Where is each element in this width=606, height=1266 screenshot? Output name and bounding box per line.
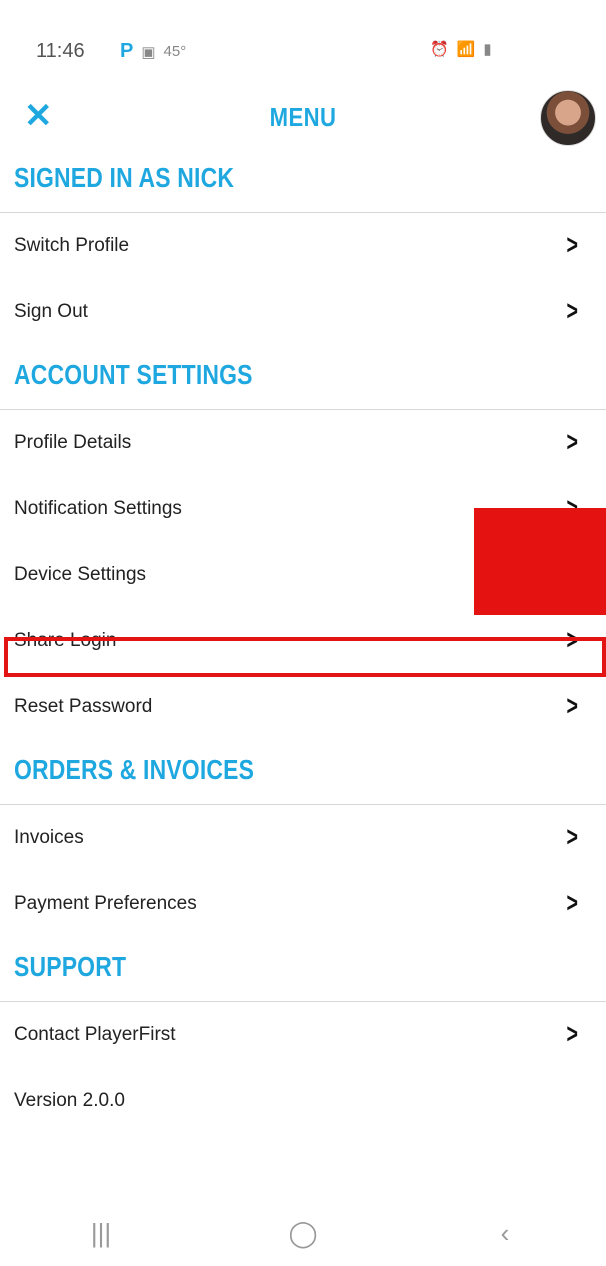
menu-item-label: Payment Preferences bbox=[14, 893, 197, 914]
home-icon[interactable]: ◯ bbox=[243, 1218, 363, 1249]
menu-item-label: Switch Profile bbox=[14, 235, 130, 256]
app-header: ✕ MENU bbox=[0, 90, 606, 148]
version-row: Version 2.0.0 bbox=[0, 1068, 606, 1134]
battery-icon: ▮ bbox=[483, 41, 492, 58]
menu-item-contact-playerfirst[interactable]: Contact PlayerFirst > bbox=[0, 1002, 606, 1068]
system-nav-bar: ||| ◯ ‹ bbox=[0, 1200, 606, 1266]
status-right-icons: ⏰ 📶 ▮ bbox=[430, 40, 492, 58]
menu-item-label: Invoices bbox=[14, 827, 84, 848]
chevron-right-icon: > bbox=[566, 295, 578, 326]
version-label: Version 2.0.0 bbox=[14, 1090, 125, 1111]
menu-item-reset-password[interactable]: Reset Password > bbox=[0, 674, 606, 740]
section-header-support: SUPPORT bbox=[0, 937, 606, 1002]
image-notification-icon: ▣ bbox=[141, 43, 156, 61]
menu-item-label: Device Settings bbox=[14, 564, 147, 585]
wifi-signal-icon: 📶 bbox=[456, 41, 476, 58]
menu-item-payment-preferences[interactable]: Payment Preferences > bbox=[0, 871, 606, 937]
section-title: SIGNED IN AS NICK bbox=[14, 162, 235, 193]
status-time: 11:46 bbox=[36, 40, 85, 62]
menu-item-sign-out[interactable]: Sign Out > bbox=[0, 279, 606, 345]
menu-item-label: Reset Password bbox=[14, 696, 153, 717]
chevron-right-icon: > bbox=[566, 426, 578, 457]
menu-item-profile-details[interactable]: Profile Details > bbox=[0, 410, 606, 476]
chevron-right-icon: > bbox=[566, 887, 578, 918]
menu-item-label: Profile Details bbox=[14, 432, 132, 453]
menu-item-switch-profile[interactable]: Switch Profile > bbox=[0, 213, 606, 279]
page-title: MENU bbox=[269, 102, 337, 132]
chevron-right-icon: > bbox=[566, 229, 578, 260]
section-header-signed-in: SIGNED IN AS NICK bbox=[0, 148, 606, 213]
section-header-orders-invoices: ORDERS & INVOICES bbox=[0, 740, 606, 805]
back-icon[interactable]: ‹ bbox=[445, 1218, 565, 1249]
recent-apps-icon[interactable]: ||| bbox=[41, 1218, 161, 1249]
chevron-right-icon: > bbox=[566, 821, 578, 852]
app-notification-icon: P bbox=[120, 40, 134, 62]
menu-item-label: Sign Out bbox=[14, 301, 88, 322]
section-header-account-settings: ACCOUNT SETTINGS bbox=[0, 345, 606, 410]
status-bar: 11:46 P ▣ 45° ⏰ 📶 ▮ bbox=[0, 0, 606, 90]
avatar[interactable] bbox=[540, 90, 596, 146]
menu-item-label: Contact PlayerFirst bbox=[14, 1024, 176, 1045]
menu-item-label: Notification Settings bbox=[14, 498, 182, 519]
status-left-icons: P ▣ 45° bbox=[120, 40, 186, 63]
highlight-box bbox=[4, 637, 606, 677]
menu-item-invoices[interactable]: Invoices > bbox=[0, 805, 606, 871]
redaction-block bbox=[474, 508, 606, 615]
chevron-right-icon: > bbox=[566, 1018, 578, 1049]
section-title: SUPPORT bbox=[14, 951, 127, 982]
section-title: ORDERS & INVOICES bbox=[14, 754, 255, 785]
alarm-icon: ⏰ bbox=[430, 41, 449, 58]
temperature-icon: 45° bbox=[163, 43, 187, 60]
chevron-right-icon: > bbox=[566, 690, 578, 721]
section-title: ACCOUNT SETTINGS bbox=[14, 359, 253, 390]
